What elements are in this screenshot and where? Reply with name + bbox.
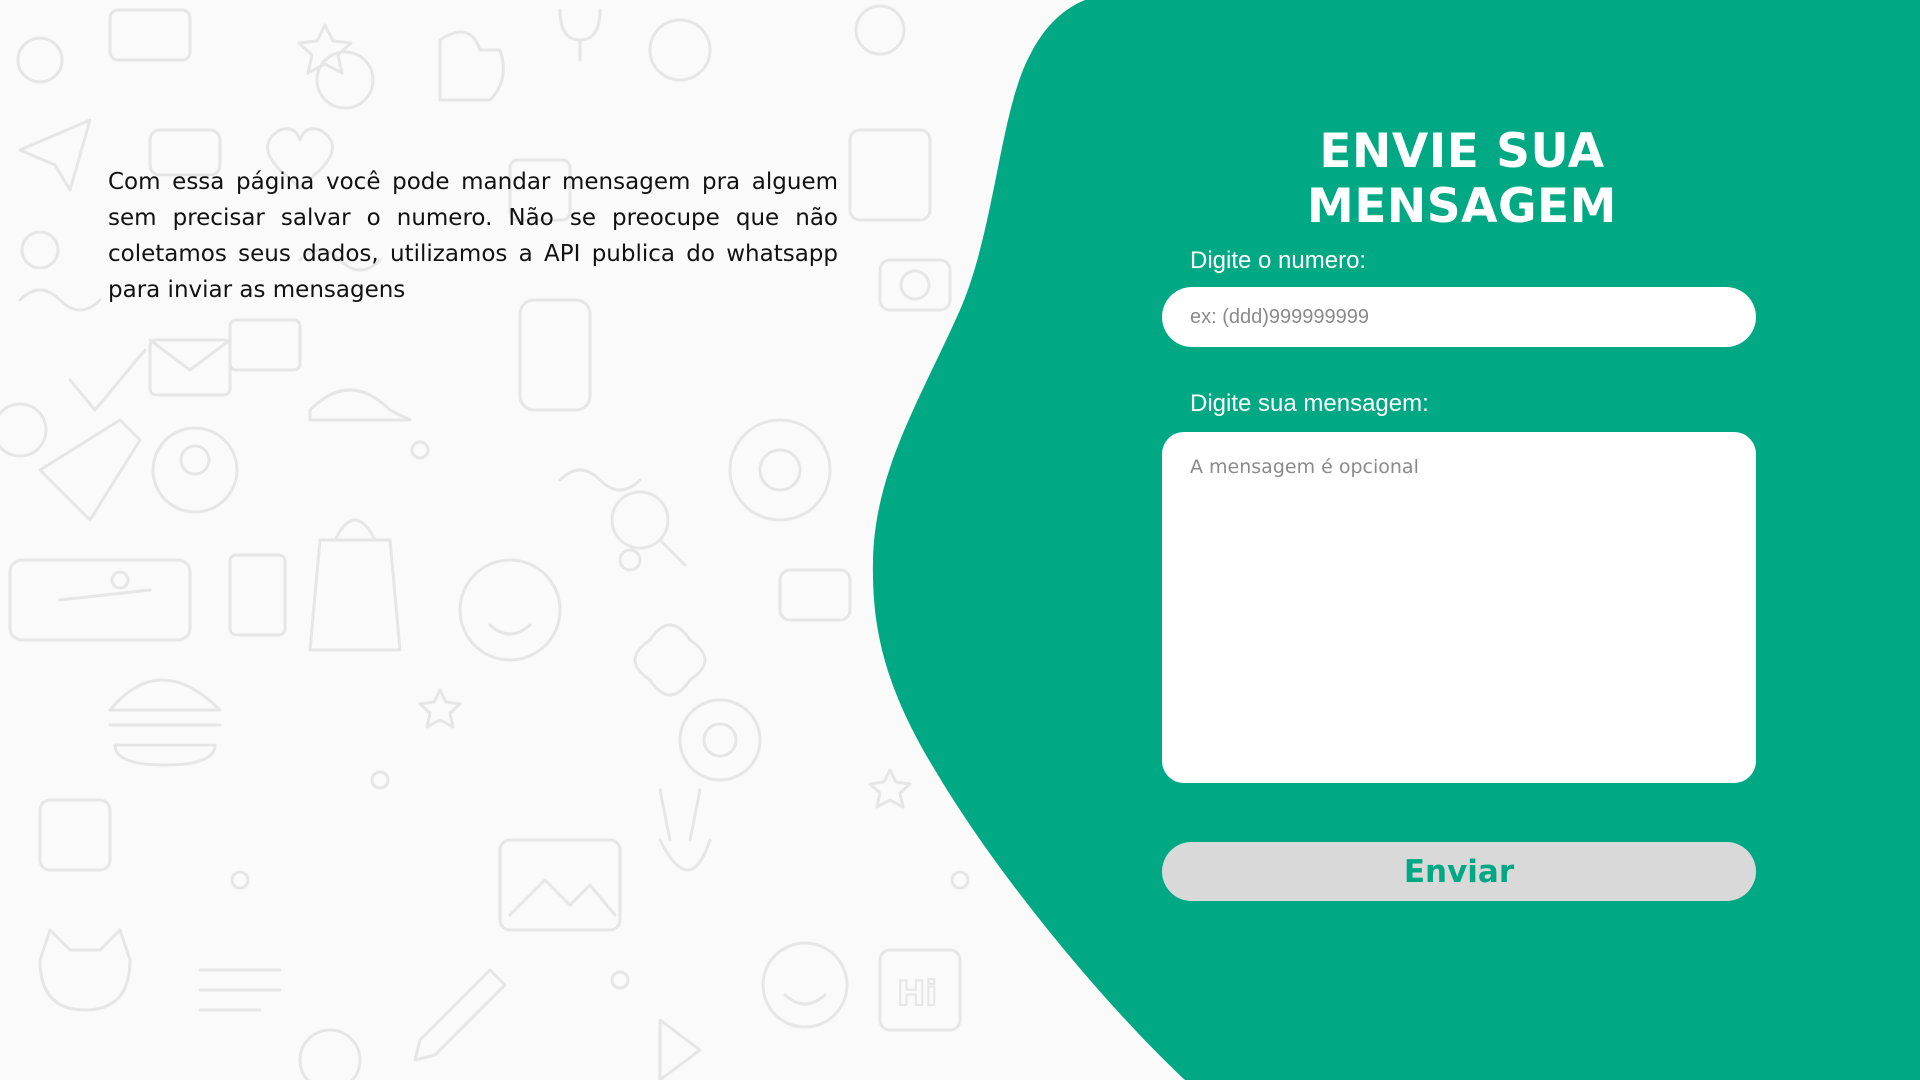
number-input[interactable] (1162, 287, 1756, 347)
number-label: Digite o numero: (1190, 247, 1367, 274)
message-textarea[interactable] (1162, 432, 1756, 783)
send-button[interactable]: Enviar (1162, 842, 1756, 901)
message-label: Digite sua mensagem: (1190, 390, 1429, 417)
form-title: ENVIE SUA MENSAGEM (1307, 124, 1617, 234)
intro-text: Com essa página você pode mandar mensage… (108, 169, 838, 303)
page: Hi Com essa página você pode mandar mens… (0, 0, 1920, 1080)
